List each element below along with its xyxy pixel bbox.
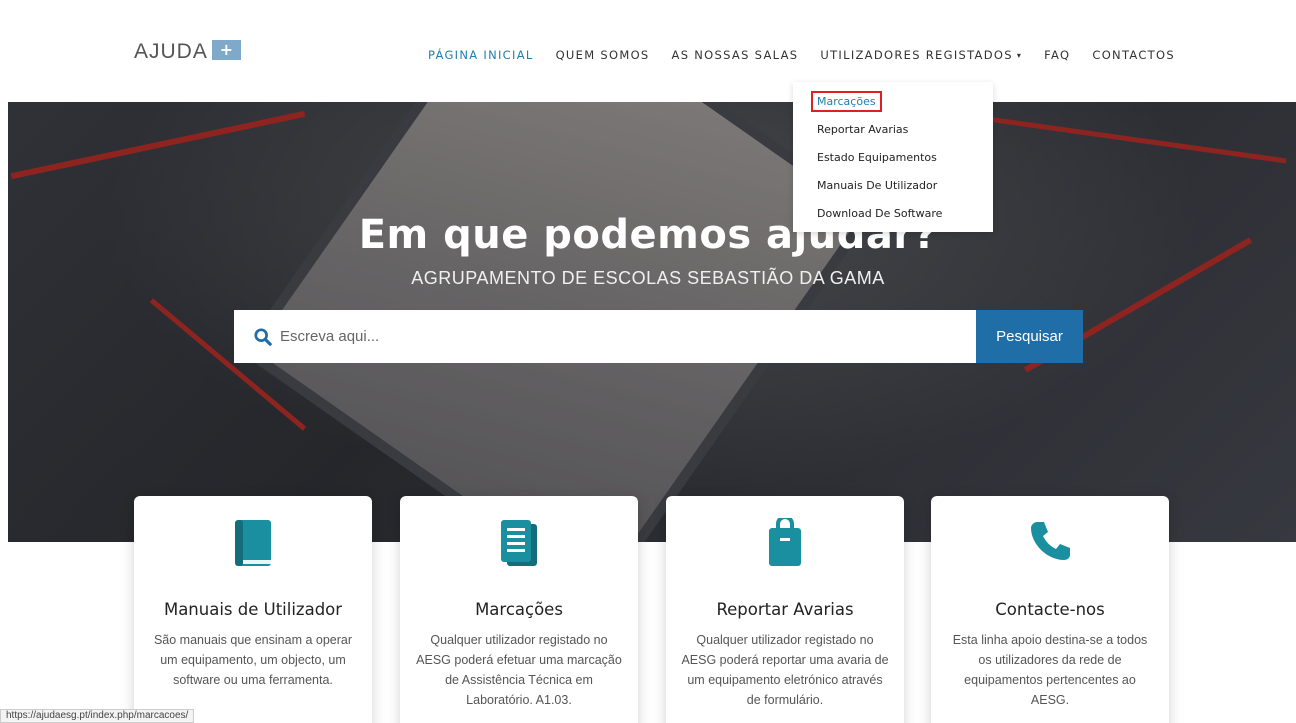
phone-icon xyxy=(1031,522,1070,560)
registered-users-dropdown: Marcações Reportar Avarias Estado Equipa… xyxy=(793,82,993,232)
card-description: Qualquer utilizador registado no AESG po… xyxy=(416,633,622,707)
card-title: Contacte-nos xyxy=(995,600,1105,619)
site-header: AJUDA + PÁGINA INICIAL QUEM SOMOS AS NOS… xyxy=(0,0,1296,102)
main-nav: PÁGINA INICIAL QUEM SOMOS AS NOSSAS SALA… xyxy=(428,48,1197,62)
dropdown-item-label: Marcações xyxy=(811,91,882,112)
chevron-down-icon: ▾ xyxy=(1016,51,1023,60)
search-input[interactable] xyxy=(280,328,930,345)
dropdown-item-equipment-status[interactable]: Estado Equipamentos xyxy=(793,144,993,172)
card-report-faults[interactable]: Reportar Avarias Qualquer utilizador reg… xyxy=(666,496,904,723)
hero-subtitle: AGRUPAMENTO DE ESCOLAS SEBASTIÃO DA GAMA xyxy=(411,268,885,288)
dropdown-item-report-faults[interactable]: Reportar Avarias xyxy=(793,116,993,144)
card-title: Reportar Avarias xyxy=(716,600,854,619)
card-bookings[interactable]: Marcações Qualquer utilizador registado … xyxy=(400,496,638,723)
nav-faq[interactable]: FAQ xyxy=(1044,48,1070,62)
logo-text: AJUDA xyxy=(134,40,208,63)
clipboard-icon xyxy=(769,518,801,566)
nav-registered-users[interactable]: UTILIZADORES REGISTADOS ▾ xyxy=(820,48,1022,62)
nav-rooms[interactable]: AS NOSSAS SALAS xyxy=(672,48,799,62)
search-icon xyxy=(254,327,272,346)
dropdown-item-software-download[interactable]: Download De Software xyxy=(793,200,993,228)
search-box xyxy=(234,310,976,363)
nav-contacts[interactable]: CONTACTOS xyxy=(1092,48,1175,62)
logo-plus-icon: + xyxy=(211,40,241,60)
site-logo[interactable]: AJUDA + xyxy=(134,40,241,64)
nav-about[interactable]: QUEM SOMOS xyxy=(556,48,650,62)
dropdown-item-user-manuals[interactable]: Manuais De Utilizador xyxy=(793,172,993,200)
nav-home[interactable]: PÁGINA INICIAL xyxy=(428,48,534,62)
status-bar-url: https://ajudaesg.pt/index.php/marcacoes/ xyxy=(0,709,195,723)
card-description: Qualquer utilizador registado no AESG po… xyxy=(681,633,889,707)
hero-title: Em que podemos ajudar? xyxy=(358,212,938,258)
card-title: Marcações xyxy=(475,600,563,619)
card-description: São manuais que ensinam a operar um equi… xyxy=(153,633,353,687)
search-button[interactable]: Pesquisar xyxy=(976,310,1083,363)
dropdown-item-bookings[interactable]: Marcações xyxy=(793,88,993,116)
card-description: Esta linha apoio destina-se a todos os u… xyxy=(952,633,1148,707)
card-title: Manuais de Utilizador xyxy=(163,600,343,619)
card-user-manuals[interactable]: Manuais de Utilizador São manuais que en… xyxy=(134,496,372,723)
document-icon xyxy=(501,520,537,566)
nav-registered-users-label: UTILIZADORES REGISTADOS xyxy=(820,48,1013,62)
card-contact-us[interactable]: Contacte-nos Esta linha apoio destina-se… xyxy=(931,496,1169,723)
book-icon xyxy=(235,520,271,566)
